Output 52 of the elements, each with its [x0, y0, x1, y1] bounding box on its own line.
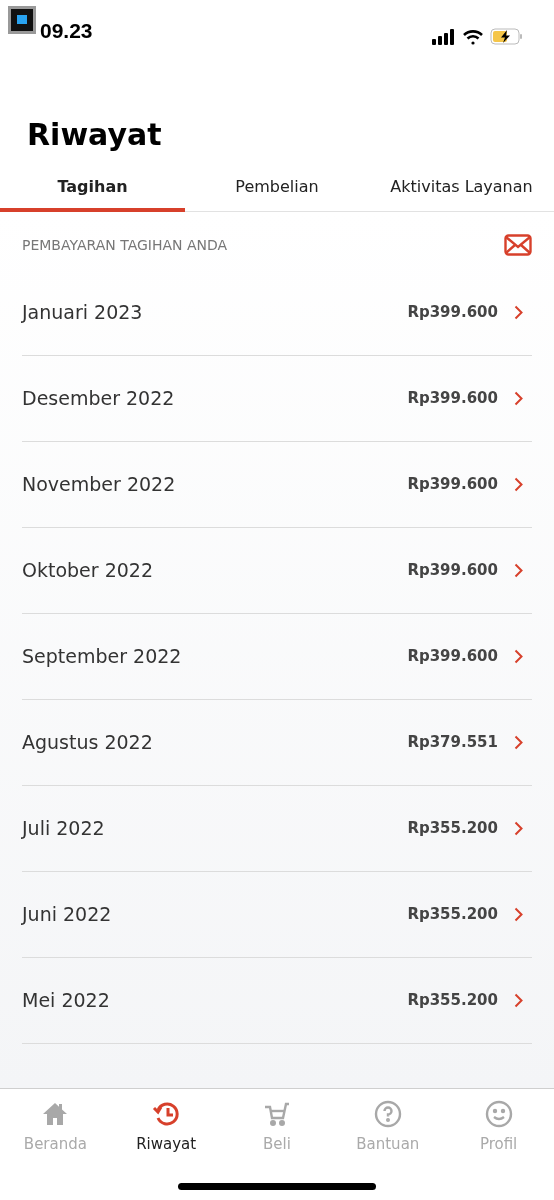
bill-month: Juli 2022: [22, 816, 105, 842]
bill-row[interactable]: Oktober 2022 Rp399.600: [22, 528, 532, 614]
chevron-right-icon: [514, 649, 523, 664]
section-title: PEMBAYARAN TAGIHAN ANDA: [22, 235, 228, 255]
chevron-right-icon: [514, 563, 523, 578]
bill-amount: Rp399.600: [407, 388, 498, 410]
bill-month: September 2022: [22, 644, 182, 670]
home-icon: [42, 1102, 69, 1126]
bill-row[interactable]: Januari 2023 Rp399.600: [22, 270, 532, 356]
bill-month: Januari 2023: [22, 300, 143, 326]
battery-icon: [490, 28, 524, 45]
chevron-right-icon: [514, 735, 523, 750]
bill-month: Agustus 2022: [22, 730, 153, 756]
bill-row[interactable]: Juni 2022 Rp355.200: [22, 872, 532, 958]
bill-month: Desember 2022: [22, 386, 175, 412]
help-icon: [373, 1100, 402, 1128]
chevron-right-icon: [514, 907, 523, 922]
bill-row[interactable]: Agustus 2022 Rp379.551: [22, 700, 532, 786]
tab[interactable]: Pembelian: [185, 166, 369, 212]
bill-amount: Rp355.200: [407, 818, 498, 840]
chevron-right-icon: [514, 821, 523, 836]
chevron-right-icon: [514, 391, 523, 406]
bill-month: November 2022: [22, 472, 176, 498]
bill-amount: Rp399.600: [407, 302, 498, 324]
mail-icon[interactable]: [504, 234, 532, 256]
bill-row[interactable]: November 2022 Rp399.600: [22, 442, 532, 528]
history-icon: [152, 1101, 181, 1127]
bill-row[interactable]: Desember 2022 Rp399.600: [22, 356, 532, 442]
page-title: Riwayat: [26, 120, 163, 150]
bill-month: Mei 2022: [22, 988, 110, 1014]
signal-icon: [432, 28, 456, 45]
bill-amount: Rp379.551: [407, 732, 498, 754]
app-icon: [8, 6, 36, 34]
bill-row[interactable]: Mei 2022 Rp355.200: [22, 958, 532, 1044]
bill-amount: Rp399.600: [407, 474, 498, 496]
chevron-right-icon: [514, 993, 523, 1008]
wifi-icon: [462, 28, 484, 45]
smiley-icon: [484, 1100, 513, 1128]
status-time: 09.23: [40, 20, 93, 41]
bill-month: Oktober 2022: [22, 558, 153, 584]
bill-amount: Rp399.600: [407, 646, 498, 668]
chevron-right-icon: [514, 305, 523, 320]
chevron-right-icon: [514, 477, 523, 492]
bill-month: Juni 2022: [22, 902, 112, 928]
bill-row[interactable]: Juli 2022 Rp355.200: [22, 786, 532, 872]
nav-tab[interactable]: Riwayat: [110, 1099, 222, 1156]
bill-amount: Rp399.600: [407, 560, 498, 582]
bill-row[interactable]: September 2022 Rp399.600: [22, 614, 532, 700]
tab[interactable]: Aktivitas Layanan: [369, 166, 554, 212]
bill-amount: Rp355.200: [407, 990, 498, 1012]
cart-icon: [264, 1101, 290, 1127]
bill-amount: Rp355.200: [407, 904, 498, 926]
